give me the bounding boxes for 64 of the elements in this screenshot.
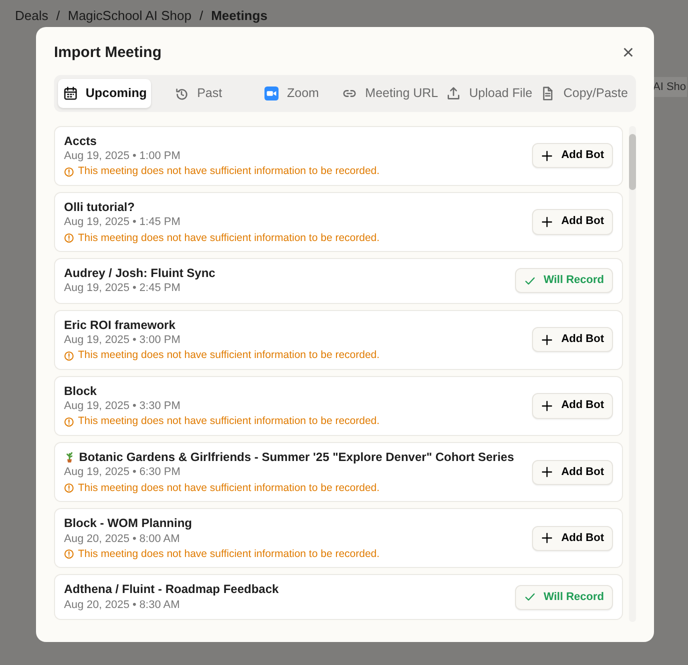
breadcrumb-link[interactable]: MagicSchool AI Shop	[68, 6, 192, 26]
dialog-title: Import Meeting	[54, 44, 162, 62]
meeting-title: Accts	[64, 134, 97, 148]
tab[interactable]: Upcoming	[58, 79, 152, 108]
add-bot-button[interactable]: Add Bot	[532, 209, 613, 235]
video-camera-icon	[264, 86, 279, 101]
history-icon	[174, 86, 190, 101]
meeting-title: Botanic Gardens & Girlfriends - Summer '25 "Explore Denver" Cohort Series	[79, 450, 514, 464]
upload-icon	[446, 86, 462, 101]
warning-message: This meeting does not have sufficient information to be recorded.	[78, 349, 380, 362]
meeting-title: Block	[64, 384, 97, 398]
meeting-title: Block - WOM Planning	[64, 516, 192, 531]
warning-icon	[64, 416, 74, 427]
meeting-title: Adthena / Fluint - Roadmap Feedback	[64, 582, 279, 597]
tab[interactable]: Upload File	[442, 79, 536, 108]
add-bot-button[interactable]: Add Bot	[532, 393, 613, 419]
breadcrumb-separator: /	[56, 7, 60, 25]
warning-icon	[64, 549, 74, 560]
add-bot-button[interactable]: Add Bot	[532, 143, 613, 168]
check-icon	[524, 591, 536, 604]
meeting-time: Aug 20, 2025 • 8:30 AM	[64, 598, 181, 612]
tab[interactable]: Meeting URL	[338, 79, 442, 108]
scrollbar-thumb[interactable]	[629, 134, 636, 190]
plus-icon	[541, 532, 554, 544]
warning-message: This meeting does not have sufficient information to be recorded.	[78, 232, 380, 244]
warning-icon	[64, 166, 74, 177]
will-record-button[interactable]: Will Record	[514, 584, 613, 610]
check-icon	[524, 274, 536, 287]
add-bot-button[interactable]: Add Bot	[532, 327, 613, 352]
meeting-time: Aug 19, 2025 • 6:30 PM	[64, 466, 182, 480]
add-bot-button[interactable]: Add Bot	[532, 526, 613, 551]
warning-icon	[64, 350, 74, 361]
warning-message: This meeting does not have sufficient information to be recorded.	[78, 415, 380, 428]
meeting-time: Aug 19, 2025 • 1:45 PM	[64, 216, 182, 230]
meeting-time: Aug 19, 2025 • 1:00 PM	[64, 150, 182, 164]
plus-icon	[541, 150, 554, 162]
tab[interactable]: Past	[151, 79, 245, 108]
breadcrumb-separator: /	[199, 7, 204, 25]
plus-icon	[541, 400, 554, 412]
meeting-title: Olli tutorial?	[64, 200, 135, 214]
meeting-time: Aug 19, 2025 • 3:00 PM	[64, 334, 182, 348]
warning-icon	[64, 232, 74, 243]
meeting-time: Aug 20, 2025 • 8:00 AM	[64, 532, 181, 546]
plus-icon	[541, 216, 554, 228]
meeting-title: Eric ROI framework	[64, 318, 176, 332]
warning-icon	[64, 482, 74, 493]
document-icon	[540, 86, 556, 101]
calendar-icon	[62, 86, 78, 101]
add-bot-button[interactable]: Add Bot	[532, 460, 613, 485]
tab[interactable]: Zoom	[244, 79, 338, 108]
scrollbar[interactable]	[629, 126, 636, 622]
will-record-button[interactable]: Will Record	[514, 268, 613, 294]
breadcrumb-link[interactable]: Deals	[15, 6, 48, 26]
warning-message: This meeting does not have sufficient information to be recorded.	[78, 165, 380, 178]
warning-message: This meeting does not have sufficient information to be recorded.	[78, 482, 380, 494]
breadcrumb-link[interactable]: Meetings	[211, 6, 268, 26]
plus-icon	[541, 334, 554, 346]
plus-icon	[541, 466, 554, 478]
tab[interactable]: Copy/Paste	[536, 79, 632, 108]
meeting-title: Audrey / Josh: Fluint Sync	[64, 266, 216, 280]
warning-message: This meeting does not have sufficient information to be recorded.	[78, 548, 380, 560]
close-button[interactable]: ×	[620, 43, 636, 63]
meeting-time: Aug 19, 2025 • 3:30 PM	[64, 400, 182, 414]
meeting-time: Aug 19, 2025 • 2:45 PM	[64, 282, 182, 296]
